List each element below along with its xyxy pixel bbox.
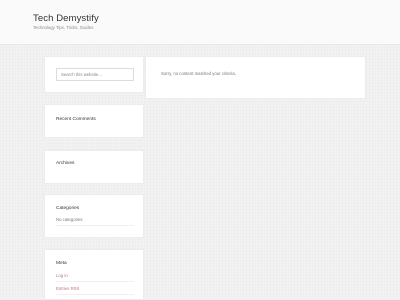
no-content-message: Sorry, no content matched your criteria. — [161, 71, 236, 76]
search-input[interactable]: Search this website… — [56, 68, 134, 81]
category-item: No categories — [56, 217, 83, 222]
recent-comments-widget: Recent Comments — [44, 104, 144, 138]
divider — [56, 225, 134, 226]
search-widget: Search this website… — [44, 56, 144, 93]
site-header: Tech Demystify Technology Tips, Tricks, … — [0, 0, 400, 45]
meta-widget: Meta Log in Entries RSS — [44, 249, 144, 300]
login-link[interactable]: Log in — [56, 273, 68, 278]
site-description: Technology Tips, Tricks, Guides — [33, 25, 94, 30]
archives-title: Archives — [56, 161, 75, 166]
divider — [56, 294, 134, 295]
recent-comments-title: Recent Comments — [56, 117, 96, 122]
site-title[interactable]: Tech Demystify — [33, 13, 99, 24]
entries-rss-link[interactable]: Entries RSS — [56, 286, 79, 291]
archives-widget: Archives — [44, 150, 144, 184]
categories-title: Categories — [56, 206, 80, 211]
divider — [56, 281, 134, 282]
categories-widget: Categories No categories — [44, 194, 144, 238]
main-content: Sorry, no content matched your criteria. — [145, 56, 366, 99]
meta-title: Meta — [56, 261, 67, 266]
